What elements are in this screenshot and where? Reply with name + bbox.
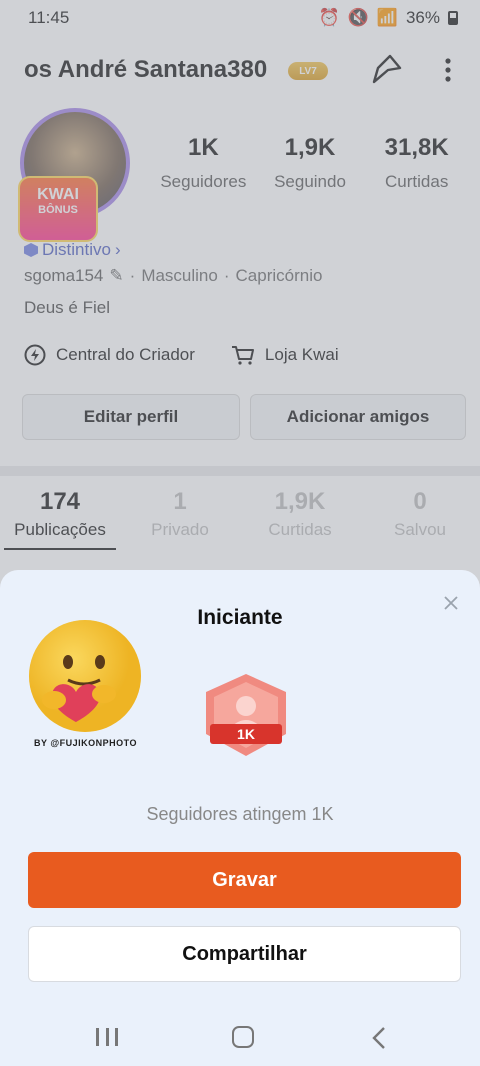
recents-icon[interactable]	[96, 1028, 118, 1048]
profile-screen: 11:45 ⏰ 🔇 📶 36% os André Santana380 LV7 …	[0, 0, 480, 1066]
followers-1k-badge-icon: 1K	[206, 674, 286, 756]
achievement-description: Seguidores atingem 1K	[146, 804, 334, 824]
achievement-sheet: Iniciante BY @FUJIKONPHOTO 1K Seguidores…	[0, 570, 480, 1066]
back-icon[interactable]	[368, 1024, 392, 1052]
hugging-heart-emoji-icon	[29, 620, 141, 732]
close-icon[interactable]	[442, 594, 460, 612]
share-button[interactable]: Compartilhar	[28, 926, 461, 982]
badge-text: 1K	[237, 726, 255, 742]
record-button[interactable]: Gravar	[28, 852, 461, 908]
system-nav-bar	[0, 1012, 480, 1066]
home-icon[interactable]	[232, 1026, 254, 1048]
emoji-credit: BY @FUJIKONPHOTO	[34, 738, 137, 748]
